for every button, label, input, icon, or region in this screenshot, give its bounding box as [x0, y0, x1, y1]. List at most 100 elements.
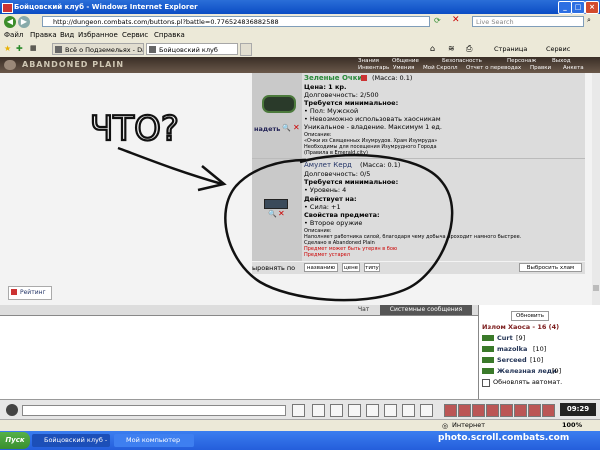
effect-icon[interactable] [486, 404, 499, 417]
effect-icon[interactable] [458, 404, 471, 417]
info-badge-icon[interactable] [361, 75, 367, 81]
delete-icon[interactable]: ✕ [293, 123, 300, 132]
menu-edit[interactable]: Правка [30, 30, 57, 41]
sort-by-type-button[interactable]: типу [364, 263, 380, 272]
menu-file[interactable]: Файл [4, 30, 23, 41]
auto-refresh-label: Обновлять автомат. [493, 378, 563, 386]
auto-refresh-checkbox[interactable] [482, 379, 490, 387]
menu-help[interactable]: Справка [154, 30, 185, 41]
minimize-button[interactable]: _ [558, 1, 572, 14]
magnifier-icon[interactable]: 🔍 [282, 124, 291, 132]
search-icon[interactable]: ⌕ [587, 16, 591, 25]
description-line: (Правила в Emerald.city) [304, 150, 368, 156]
forward-button[interactable]: ▶ [18, 16, 30, 28]
send-icon[interactable] [292, 404, 305, 417]
filter-icon[interactable] [348, 404, 361, 417]
walk-icon[interactable] [384, 404, 397, 417]
menu-tools[interactable]: Сервис [122, 30, 148, 41]
zoom-level[interactable]: 100% [562, 421, 582, 429]
speaker-icon[interactable] [402, 404, 415, 417]
throw-junk-button[interactable]: Выбросить хлам [519, 263, 582, 272]
task-combats-window[interactable]: Бойцовский клуб - ... [32, 434, 110, 447]
nav-security[interactable]: Безопасность [442, 58, 482, 64]
start-button[interactable]: Пуск [0, 432, 30, 449]
game-clock: 09:29 [560, 403, 596, 416]
task-my-computer[interactable]: Мой компьютер [114, 434, 194, 447]
menu-view[interactable]: Вид [60, 30, 74, 41]
effect-icon[interactable] [500, 404, 513, 417]
sort-by-name-button[interactable]: названию [304, 263, 338, 272]
player-name[interactable]: Curt [497, 334, 513, 342]
player-name[interactable]: Железная леди [497, 367, 557, 375]
rating-link[interactable]: Рейтинг [20, 289, 46, 297]
magnifier-icon[interactable]: 🔍 [268, 210, 277, 218]
effect-icon[interactable] [514, 404, 527, 417]
globe-icon: ◎ [442, 422, 449, 430]
nav-communication[interactable]: Общение [392, 58, 419, 64]
favorites-star-icon[interactable]: ★ [4, 44, 11, 53]
item-name[interactable]: Амулет Керд [304, 161, 352, 169]
location-logo: ABANDONED PLAIN [22, 60, 125, 69]
add-favorite-icon[interactable]: ✚ [16, 44, 23, 53]
logo-emblem-icon [4, 60, 16, 70]
delete-icon[interactable]: ✕ [278, 209, 285, 218]
item-name[interactable]: Зеленые Очки [304, 74, 362, 82]
refresh-icon[interactable]: ⟳ [434, 16, 441, 25]
nav-transfer-report[interactable]: Отчет о переводах [466, 65, 521, 71]
tab-system-messages[interactable]: Системные сообщения [380, 305, 472, 315]
nav-profile[interactable]: Анкета [563, 65, 584, 71]
tab-chat[interactable]: Чат [358, 306, 369, 313]
item-durability: Долговечность: 0/5 [304, 170, 371, 178]
print-icon[interactable]: ⎙ [466, 44, 472, 54]
nav-rules[interactable]: Правки [530, 65, 551, 71]
maximize-button[interactable]: □ [571, 1, 585, 14]
new-tab-button[interactable] [240, 43, 252, 56]
refresh-room-button[interactable]: Обновить [511, 311, 549, 321]
player-name[interactable]: mazolka [497, 345, 527, 353]
page-menu[interactable]: Страница [494, 43, 527, 55]
tools-menu[interactable]: Сервис [546, 43, 570, 55]
rating-icon [11, 289, 17, 295]
tab-list-icon[interactable]: ▦ [30, 44, 37, 52]
scroll-thumb[interactable] [593, 285, 599, 291]
search-input[interactable]: Live Search [472, 16, 584, 27]
close-button[interactable]: × [585, 1, 599, 14]
chat-button-icon[interactable] [6, 404, 18, 416]
address-input[interactable]: http://dungeon.combats.com/buttons.pl?ba… [42, 16, 430, 27]
equip-link[interactable]: надеть [254, 125, 280, 133]
menu-favorites[interactable]: Избранное [78, 30, 118, 41]
nav-inventory[interactable]: Инвентарь [358, 65, 389, 71]
player-name[interactable]: Serceed [497, 356, 527, 364]
effect-icon[interactable] [472, 404, 485, 417]
feeds-icon[interactable]: ≋ [448, 44, 455, 53]
people-icon[interactable] [366, 404, 379, 417]
nav-character[interactable]: Персонаж [507, 58, 536, 64]
scroll-icon[interactable] [420, 404, 433, 417]
clear-icon[interactable] [312, 404, 325, 417]
item-card-amulet: 🔍 ✕ Амулет Керд (Масса: 0.1) Долговечнос… [252, 159, 585, 261]
chat-messages-area[interactable] [0, 315, 478, 400]
nav-exit[interactable]: Выход [552, 58, 571, 64]
item-price: Цена: 1 кр. [304, 83, 347, 91]
nav-skills[interactable]: Умения [393, 65, 414, 71]
windows-taskbar: Пуск Бойцовский клуб - ... Мой компьютер… [0, 431, 600, 450]
window-titlebar[interactable]: Бойцовский клуб - Windows Internet Explo… [0, 0, 600, 14]
back-button[interactable]: ◀ [4, 16, 16, 28]
tab-combats[interactable]: Бойцовский клуб [146, 43, 238, 55]
content-scrollbar[interactable] [592, 73, 600, 305]
smiles-icon[interactable] [330, 404, 343, 417]
tab-dungeon-info[interactable]: Всё о Подземельях - DarkCl... [52, 43, 144, 55]
sort-by-price-button[interactable]: цене [342, 263, 360, 272]
nav-my-scroll[interactable]: Мой Скролл [423, 65, 457, 71]
effect-icon[interactable] [542, 404, 555, 417]
effect-icon[interactable] [528, 404, 541, 417]
rating-widget[interactable]: Рейтинг [8, 286, 52, 300]
stop-icon[interactable]: ✕ [452, 15, 460, 25]
nav-knowledge[interactable]: Знания [358, 58, 379, 64]
chat-input[interactable] [22, 405, 286, 416]
ie-icon [2, 3, 13, 13]
effect-icon[interactable] [444, 404, 457, 417]
property: • Второе оружие [304, 219, 363, 227]
home-icon[interactable]: ⌂ [430, 44, 435, 53]
menu-bar: Файл Правка Вид Избранное Сервис Справка [0, 30, 600, 41]
